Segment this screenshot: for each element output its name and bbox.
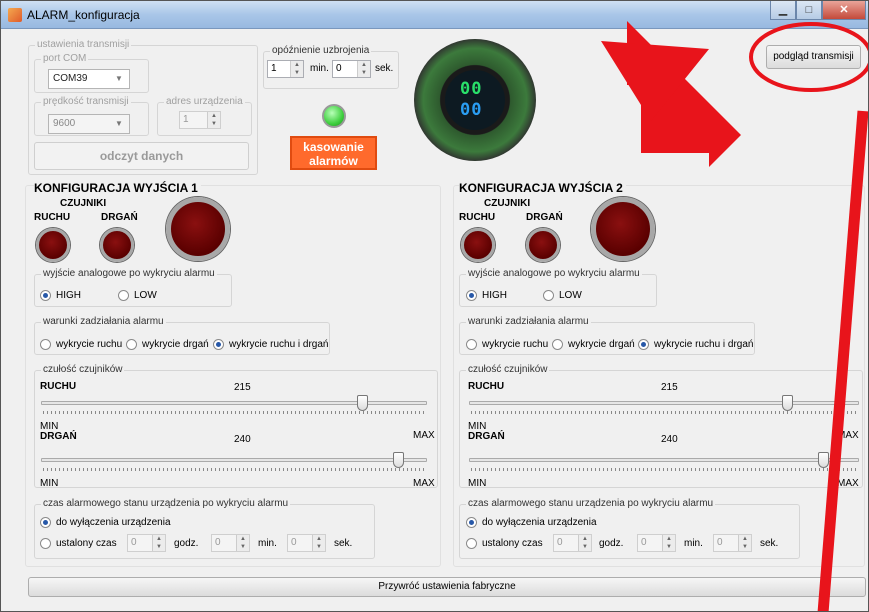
- annotation-overlay: [601, 21, 868, 611]
- red-circle-icon: [749, 22, 868, 92]
- red-line-icon: [817, 110, 868, 611]
- app-window: ALARM_konfiguracja ▁ □ ✕ ustawienia tran…: [0, 0, 869, 612]
